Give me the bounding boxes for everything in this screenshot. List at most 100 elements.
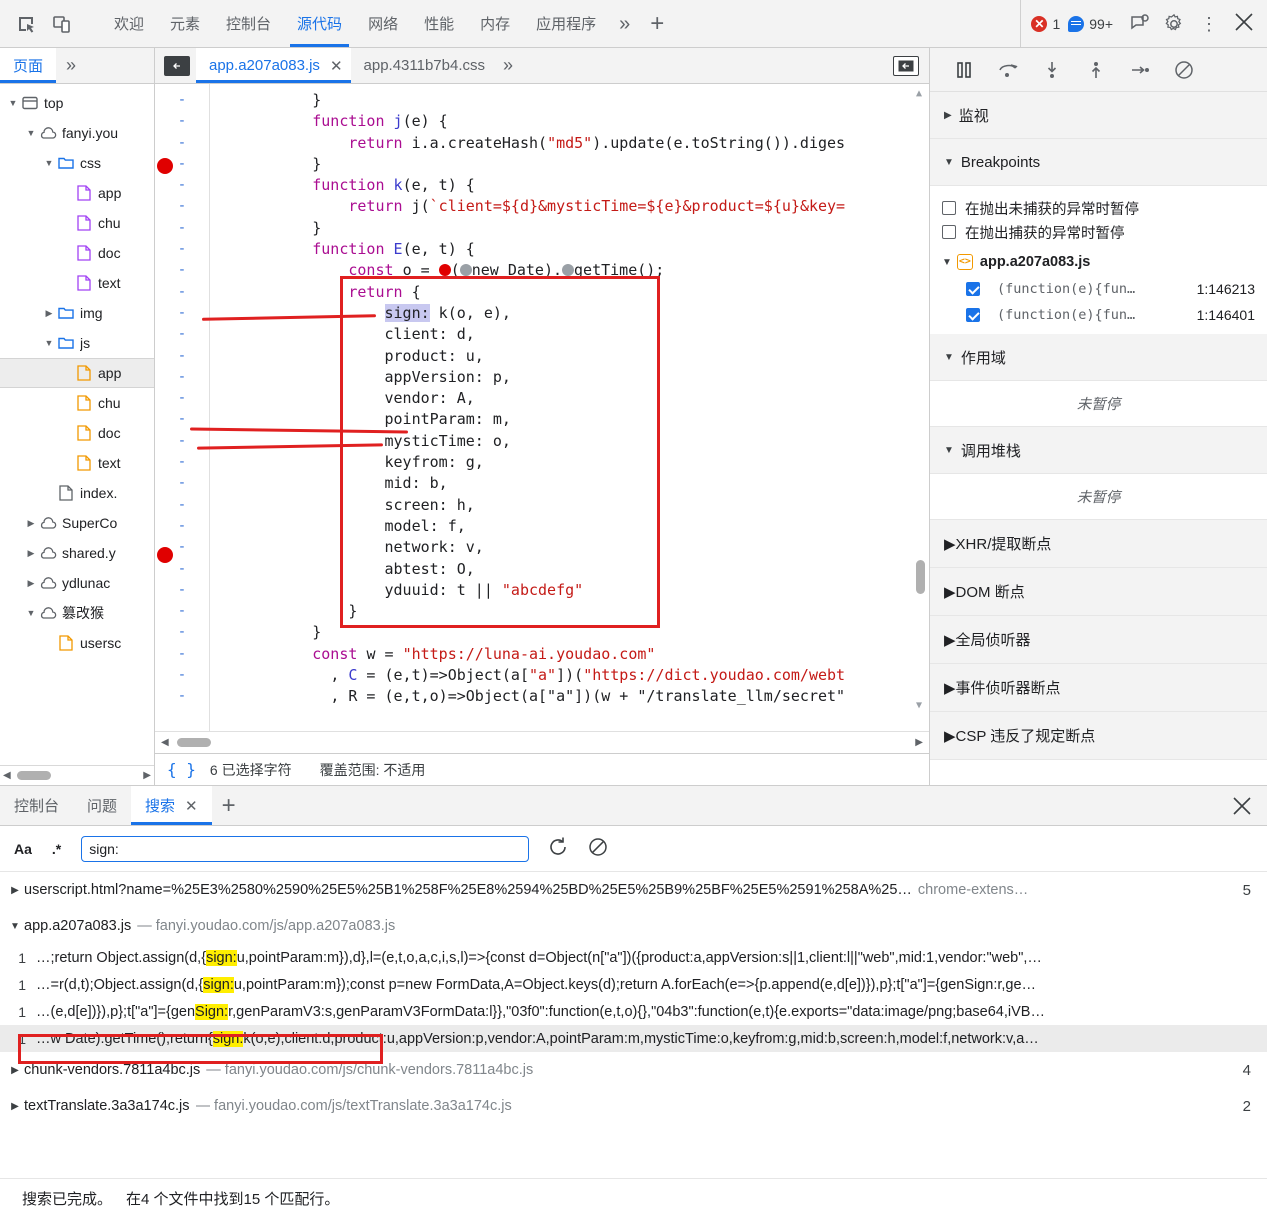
breakpoint-inline-marker[interactable] <box>562 264 575 277</box>
tree-item[interactable]: ▶ ydlunac <box>0 568 154 598</box>
tree-item[interactable]: ▼ 篡改猴 <box>0 598 154 628</box>
line-number[interactable]: - <box>155 580 209 601</box>
scrollbar-thumb[interactable] <box>916 560 925 594</box>
scroll-left-arrow[interactable]: ◀ <box>3 770 11 781</box>
tab-welcome[interactable]: 欢迎 <box>101 0 157 47</box>
tree-item[interactable]: chu <box>0 388 154 418</box>
section-call-stack[interactable]: ▼ 调用堆栈 <box>930 427 1267 474</box>
drawer-tab-search[interactable]: 搜索 ✕ <box>131 786 212 825</box>
close-tab-icon[interactable]: ✕ <box>330 57 343 75</box>
chevron-right-icon[interactable]: ▶ <box>6 1101 24 1112</box>
navigator-more-icon[interactable]: » <box>56 48 86 83</box>
regex-button[interactable]: .* <box>52 841 61 857</box>
line-number[interactable]: - <box>155 516 209 537</box>
line-number[interactable]: - <box>155 665 209 686</box>
code-line[interactable]: , C = (e,t)=>Object(a["a"])("https://dic… <box>240 665 929 686</box>
tab-elements[interactable]: 元素 <box>157 0 213 47</box>
add-drawer-tab-icon[interactable]: + <box>212 786 246 825</box>
line-number[interactable]: - <box>155 218 209 239</box>
tree-item[interactable]: ▼ css <box>0 148 154 178</box>
tab-console[interactable]: 控制台 <box>213 0 284 47</box>
code-line[interactable]: const o = (new Date). getTime(); <box>240 260 929 281</box>
line-number[interactable]: - <box>155 346 209 367</box>
chevron-down-icon[interactable]: ▼ <box>6 98 20 108</box>
scroll-left-arrow[interactable]: ◀ <box>161 737 169 748</box>
chevron-down-icon[interactable]: ▼ <box>6 921 24 932</box>
code-line[interactable]: mid: b, <box>240 473 929 494</box>
step-into-icon[interactable] <box>1030 55 1074 85</box>
search-result-file[interactable]: ▶ chunk-vendors.7811a4bc.js — fanyi.youdao… <box>0 1052 1267 1088</box>
code-line[interactable]: vendor: A, <box>240 388 929 409</box>
code-line[interactable]: client: d, <box>240 324 929 345</box>
code-line[interactable]: return j(`client=${d}&mysticTime=${e}&pr… <box>240 196 929 217</box>
code-line[interactable]: network: v, <box>240 537 929 558</box>
line-number[interactable]: - <box>155 90 209 111</box>
search-result-file[interactable]: ▶ userscript.html?name=%25E3%2580%2590%25… <box>0 872 1267 908</box>
line-number[interactable]: - <box>155 686 209 707</box>
line-number[interactable]: - <box>155 601 209 622</box>
line-number[interactable]: - <box>155 133 209 154</box>
scroll-right-arrow[interactable]: ▶ <box>143 770 151 781</box>
code-line[interactable]: return i.a.createHash("md5").update(e.to… <box>240 133 929 154</box>
editor-tab-app-css[interactable]: app.4311b7b4.css <box>351 48 494 83</box>
line-number[interactable]: - <box>155 260 209 281</box>
line-number[interactable]: - <box>155 644 209 665</box>
line-number[interactable]: - <box>155 452 209 473</box>
refresh-icon[interactable] <box>547 836 569 861</box>
code-line[interactable]: yduuid: t || "abcdefg" <box>240 580 929 601</box>
breakpoint-inline-marker[interactable] <box>459 264 472 277</box>
line-number[interactable]: - <box>155 239 209 260</box>
code-line[interactable]: sign: k(o, e), <box>240 303 929 324</box>
search-result-line[interactable]: 1 …(e,d[e])}),p};t["a"]={genSign:r,genPar… <box>0 998 1267 1025</box>
inspect-cursor-icon[interactable] <box>9 7 43 41</box>
code-content[interactable]: } function j(e) { return i.a.createHash(… <box>210 84 929 731</box>
tab-memory[interactable]: 内存 <box>467 0 523 47</box>
clear-icon[interactable] <box>587 836 609 861</box>
line-number[interactable]: - <box>155 388 209 409</box>
code-line[interactable]: abtest: O, <box>240 559 929 580</box>
chevron-down-icon[interactable]: ▼ <box>42 158 56 168</box>
add-panel-icon[interactable]: + <box>640 11 674 36</box>
tree-item[interactable]: ▶ img <box>0 298 154 328</box>
section-global-listeners[interactable]: ▶ 全局侦听器 <box>930 616 1267 664</box>
tab-application[interactable]: 应用程序 <box>523 0 609 47</box>
tree-item[interactable]: ▼ js <box>0 328 154 358</box>
code-line[interactable]: model: f, <box>240 516 929 537</box>
chevron-right-icon[interactable]: ▶ <box>24 548 38 559</box>
close-devtools-icon[interactable] <box>1227 11 1267 36</box>
tree-item[interactable]: ▼ fanyi.you <box>0 118 154 148</box>
search-result-line[interactable]: 1 …w Date).getTime();return{sign:k(o,e),c… <box>0 1025 1267 1052</box>
step-over-icon[interactable] <box>986 55 1030 85</box>
code-line[interactable]: function E(e, t) { <box>240 239 929 260</box>
code-line[interactable]: } <box>240 90 929 111</box>
code-line[interactable]: appVersion: p, <box>240 367 929 388</box>
chevron-down-icon[interactable]: ▼ <box>24 608 38 618</box>
pause-on-caught-exceptions[interactable]: 在抛出捕获的异常时暂停 <box>930 220 1267 244</box>
expand-sidebar-icon[interactable] <box>893 56 919 76</box>
code-line[interactable]: } <box>240 601 929 622</box>
deactivate-breakpoints-icon[interactable] <box>1162 55 1206 85</box>
code-line[interactable]: keyfrom: g, <box>240 452 929 473</box>
pause-on-uncaught-exceptions[interactable]: 在抛出未捕获的异常时暂停 <box>930 196 1267 220</box>
section-xhr-breakpoints[interactable]: ▶ XHR/提取断点 <box>930 520 1267 568</box>
tree-item[interactable]: chu <box>0 208 154 238</box>
editor-horizontal-scrollbar[interactable]: ◀ ▶ <box>155 731 929 753</box>
chevron-down-icon[interactable]: ▼ <box>42 338 56 348</box>
more-options-icon[interactable]: ⋮ <box>1191 15 1227 33</box>
code-line[interactable]: function k(e, t) { <box>240 175 929 196</box>
chevron-right-icon[interactable]: ▶ <box>6 885 24 896</box>
editor-tabs-more-icon[interactable]: » <box>493 48 523 83</box>
tree-item[interactable]: ▶ SuperCo <box>0 508 154 538</box>
tree-item[interactable]: ▶ shared.y <box>0 538 154 568</box>
chevron-right-icon[interactable]: ▶ <box>42 308 56 319</box>
line-number[interactable]: - <box>155 196 209 217</box>
pause-resume-icon[interactable] <box>942 55 986 85</box>
code-line[interactable]: function j(e) { <box>240 111 929 132</box>
section-dom-breakpoints[interactable]: ▶ DOM 断点 <box>930 568 1267 616</box>
tree-item[interactable]: doc <box>0 238 154 268</box>
editor-tab-app-js[interactable]: app.a207a083.js ✕ <box>196 48 351 83</box>
code-line[interactable]: product: u, <box>240 346 929 367</box>
error-badge[interactable]: ✕ 1 <box>1031 15 1060 32</box>
section-breakpoints[interactable]: ▼ Breakpoints <box>930 139 1267 186</box>
line-number[interactable]: - <box>155 431 209 452</box>
